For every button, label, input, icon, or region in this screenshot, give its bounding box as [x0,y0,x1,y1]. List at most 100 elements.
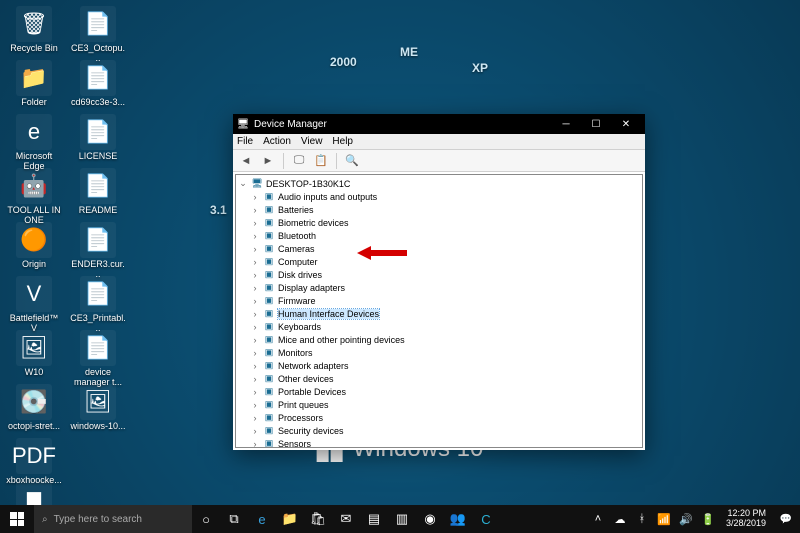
edge-icon[interactable]: e [248,505,276,533]
scan-hardware-icon[interactable]: 🔍 [343,152,361,170]
bluetooth-icon[interactable]: ᚼ [632,505,652,533]
desktop-icon[interactable]: 🖼W10 [6,330,62,378]
close-button[interactable]: ✕ [611,114,641,134]
tree-category[interactable]: ›▣Cameras [236,242,642,255]
expand-icon[interactable]: › [250,192,260,202]
show-hidden-icon[interactable]: 🖵 [290,152,308,170]
tree-category[interactable]: ›▣Bluetooth [236,229,642,242]
tree-category[interactable]: ›▣Firmware [236,294,642,307]
expand-icon[interactable]: › [250,426,260,436]
app-icon[interactable]: ▤ [360,505,388,533]
tree-category[interactable]: ›▣Mice and other pointing devices [236,333,642,346]
expand-icon[interactable]: › [250,413,260,423]
menu-file[interactable]: File [237,136,253,147]
icon-label: cd69cc3e-3... [70,98,126,108]
category-label: Monitors [278,348,313,358]
properties-icon[interactable]: 📋 [312,152,330,170]
expand-icon[interactable]: › [250,361,260,371]
expand-icon[interactable]: › [250,296,260,306]
icon-label: Recycle Bin [6,44,62,54]
desktop-icon[interactable]: 📄device manager t... [70,330,126,388]
desktop-icon[interactable]: VBattlefield™ V [6,276,62,334]
start-button[interactable] [0,505,34,533]
menu-view[interactable]: View [301,136,323,147]
desktop-icon[interactable]: 📄README [70,168,126,216]
cortana-icon[interactable]: ○ [192,505,220,533]
app-icon[interactable]: ▥ [388,505,416,533]
category-label: Mice and other pointing devices [278,335,405,345]
app-icon[interactable]: C [472,505,500,533]
action-center-icon[interactable]: 💬 [774,505,798,533]
expand-icon[interactable]: › [250,322,260,332]
tree-category[interactable]: ›▣Keyboards [236,320,642,333]
tree-category[interactable]: ›▣Processors [236,411,642,424]
tree-category[interactable]: ›▣Portable Devices [236,385,642,398]
tree-category[interactable]: ›▣Other devices [236,372,642,385]
desktop-icon[interactable]: 🟠Origin [6,222,62,270]
tree-category[interactable]: ›▣Human Interface Devices [236,307,642,320]
tree-category[interactable]: ›▣Security devices [236,424,642,437]
back-icon[interactable]: ◄ [237,152,255,170]
teams-icon[interactable]: 👥 [444,505,472,533]
desktop-icon[interactable]: 🖼windows-10... [70,384,126,432]
battery-icon[interactable]: 🔋 [698,505,718,533]
chrome-icon[interactable]: ◉ [416,505,444,533]
tree-category[interactable]: ›▣Computer [236,255,642,268]
desktop-icon[interactable]: 📄CE3_Printabl... [70,276,126,334]
expand-icon[interactable]: › [250,231,260,241]
tree-root[interactable]: ⌄ 🖥 DESKTOP-1B30K1C [236,177,642,190]
tree-category[interactable]: ›▣Sensors [236,437,642,448]
minimize-button[interactable]: ─ [551,114,581,134]
onedrive-icon[interactable]: ☁ [610,505,630,533]
expand-icon[interactable]: › [250,283,260,293]
expand-icon[interactable]: › [250,218,260,228]
tree-category[interactable]: ›▣Monitors [236,346,642,359]
wifi-icon[interactable]: 📶 [654,505,674,533]
collapse-icon[interactable]: ⌄ [238,178,248,189]
expand-icon[interactable]: › [250,205,260,215]
volume-icon[interactable]: 🔊 [676,505,696,533]
store-icon[interactable]: 🛍 [304,505,332,533]
desktop-icon[interactable]: 🗑Recycle Bin [6,6,62,54]
tree-category[interactable]: ›▣Biometric devices [236,216,642,229]
expand-icon[interactable]: › [250,270,260,280]
expand-icon[interactable]: › [250,348,260,358]
desktop-icon[interactable]: 📄ENDER3.cur... [70,222,126,280]
menu-action[interactable]: Action [263,136,291,147]
task-view-icon[interactable]: ⧉ [220,505,248,533]
tree-category[interactable]: ›▣Network adapters [236,359,642,372]
expand-icon[interactable]: › [250,309,260,319]
tray-overflow-icon[interactable]: ˄ [588,505,608,533]
search-box[interactable]: ⌕ Type here to search [34,505,192,533]
file-explorer-icon[interactable]: 📁 [276,505,304,533]
tree-category[interactable]: ›▣Disk drives [236,268,642,281]
tree-category[interactable]: ›▣Print queues [236,398,642,411]
expand-icon[interactable]: › [250,257,260,267]
category-label: Batteries [278,205,314,215]
desktop-icon[interactable]: PDFxboxhoocke... [6,438,62,486]
forward-icon[interactable]: ► [259,152,277,170]
expand-icon[interactable]: › [250,439,260,449]
expand-icon[interactable]: › [250,374,260,384]
tree-category[interactable]: ›▣Batteries [236,203,642,216]
desktop-icon[interactable]: 📄CE3_Octopu... [70,6,126,64]
menu-help[interactable]: Help [332,136,353,147]
mail-icon[interactable]: ✉ [332,505,360,533]
taskbar-clock[interactable]: 12:20 PM 3/28/2019 [720,509,772,529]
titlebar[interactable]: 🖥 Device Manager ─ ☐ ✕ [233,114,645,134]
expand-icon[interactable]: › [250,400,260,410]
expand-icon[interactable]: › [250,244,260,254]
desktop-icon[interactable]: 📁Folder [6,60,62,108]
device-tree[interactable]: ⌄ 🖥 DESKTOP-1B30K1C ›▣Audio inputs and o… [235,174,643,448]
desktop-icon[interactable]: 📄LICENSE [70,114,126,162]
desktop-icon[interactable]: 💽octopi-stret... [6,384,62,432]
expand-icon[interactable]: › [250,387,260,397]
tree-category[interactable]: ›▣Display adapters [236,281,642,294]
category-label: Firmware [278,296,316,306]
desktop-icon[interactable]: 🤖TOOL ALL IN ONE [6,168,62,226]
desktop-icon[interactable]: 📄cd69cc3e-3... [70,60,126,108]
expand-icon[interactable]: › [250,335,260,345]
desktop-icon[interactable]: eMicrosoft Edge [6,114,62,172]
maximize-button[interactable]: ☐ [581,114,611,134]
tree-category[interactable]: ›▣Audio inputs and outputs [236,190,642,203]
